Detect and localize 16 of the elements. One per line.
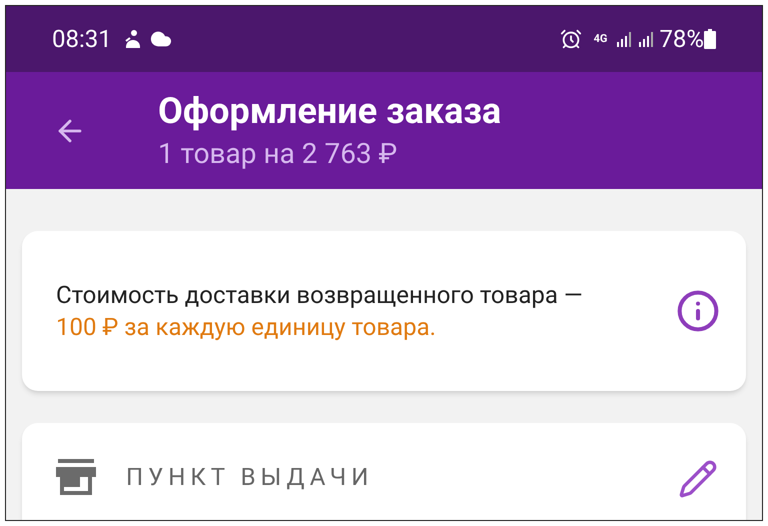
signal-icon: [615, 30, 634, 48]
alarm-icon: [560, 28, 582, 50]
page-title: Оформление заказа: [158, 88, 502, 134]
edit-icon[interactable]: [678, 459, 718, 499]
network-type: 4G: [594, 30, 608, 47]
order-summary: 1 товар на 2 763 ₽: [158, 136, 398, 172]
info-icon[interactable]: [676, 289, 720, 333]
store-icon: [56, 459, 96, 495]
section-title: ПУНКТ ВЫДАЧИ: [126, 462, 374, 493]
signal-icon: [637, 30, 656, 48]
notice-price: 100 ₽ за каждую единицу товара.: [56, 312, 437, 343]
figure-icon: [124, 29, 142, 49]
notice-text: Стоимость доставки возвращенного товара —: [56, 280, 584, 311]
clock: 08:31: [52, 24, 112, 55]
battery-percent: 78%: [659, 24, 704, 55]
battery-icon: [704, 29, 716, 49]
